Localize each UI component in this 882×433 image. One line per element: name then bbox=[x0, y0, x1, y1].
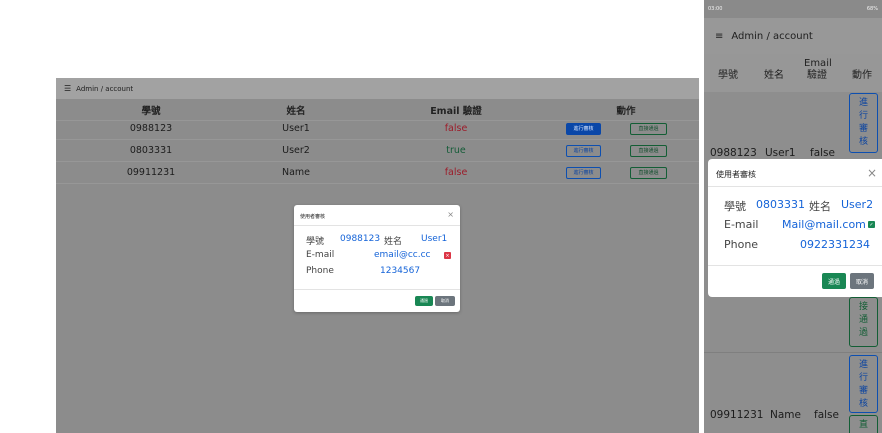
email-label: E-mail bbox=[724, 218, 759, 231]
cell-id: 0988123 bbox=[129, 123, 173, 134]
close-icon[interactable]: × bbox=[447, 210, 454, 219]
cell-email-verified: false bbox=[444, 123, 468, 134]
approve-button[interactable]: 直 bbox=[849, 415, 878, 433]
table-row: 0803331 User2 true 進行審核 直接通過 bbox=[56, 140, 699, 162]
approve-button[interactable]: 通過 bbox=[822, 273, 846, 289]
col-email-verified: Email 驗證 bbox=[430, 105, 482, 117]
menu-icon[interactable]: ☰ bbox=[64, 84, 71, 93]
review-button[interactable]: 進行審核 bbox=[566, 144, 601, 157]
cell-name: Name bbox=[770, 409, 801, 421]
review-button[interactable]: 進行審核 bbox=[566, 122, 601, 135]
unverified-icon: × bbox=[444, 252, 451, 259]
review-modal: 使用者審核 × 學號 0988123 姓名 User1 E-mail email… bbox=[294, 205, 460, 312]
name-label: 姓名 bbox=[809, 200, 831, 213]
col-actions: 動作 bbox=[616, 105, 636, 117]
col-name: 姓名 bbox=[764, 70, 784, 81]
col-student-id: 學號 bbox=[718, 70, 738, 81]
cell-name: User1 bbox=[282, 123, 310, 134]
phone-label: Phone bbox=[306, 266, 334, 276]
id-value: 0803331 bbox=[756, 198, 805, 211]
email-label: E-mail bbox=[306, 250, 335, 260]
phone-value: 0922331234 bbox=[800, 238, 870, 251]
id-value: 0988123 bbox=[340, 234, 381, 244]
table-header: 學號 姓名 Email 驗證 動作 bbox=[704, 54, 882, 92]
table-row: 0988123 User1 false 進行審核 直接通過 bbox=[56, 118, 699, 140]
phone-label: Phone bbox=[724, 238, 759, 251]
top-bar: ☰ Admin / account bbox=[56, 78, 699, 99]
modal-title: 使用者審核 bbox=[300, 214, 326, 220]
close-icon[interactable]: × bbox=[867, 166, 877, 180]
cancel-button[interactable]: 取消 bbox=[850, 273, 874, 289]
status-time: 03:00 bbox=[708, 6, 723, 12]
breadcrumb: Admin / account bbox=[731, 30, 813, 42]
verified-icon: ✓ bbox=[868, 221, 875, 228]
cell-email-verified: true bbox=[446, 145, 466, 156]
approve-button[interactable]: 直接通過 bbox=[630, 144, 667, 157]
cell-email-verified: false bbox=[444, 167, 468, 178]
cell-id: 0988123 bbox=[710, 147, 757, 159]
modal-title: 使用者審核 bbox=[716, 170, 756, 179]
approve-button[interactable]: 接 通 過 bbox=[849, 297, 878, 347]
divider bbox=[294, 289, 460, 290]
email-value: email@cc.cc bbox=[374, 250, 431, 260]
divider bbox=[708, 186, 882, 187]
col-student-id: 學號 bbox=[141, 105, 161, 117]
approve-button[interactable]: 直接通過 bbox=[630, 166, 667, 179]
status-bar: 03:00 68% bbox=[704, 0, 882, 18]
name-value: User1 bbox=[421, 234, 448, 244]
col-name: 姓名 bbox=[286, 105, 306, 117]
divider bbox=[704, 352, 882, 353]
cell-id: 0803331 bbox=[129, 145, 173, 156]
review-button[interactable]: 進行審核 bbox=[566, 166, 601, 179]
id-label: 學號 bbox=[724, 200, 746, 213]
battery-icon: 68% bbox=[866, 6, 878, 12]
cancel-button[interactable]: 取消 bbox=[435, 296, 455, 306]
approve-button[interactable]: 直接通過 bbox=[630, 122, 667, 135]
cell-name: User1 bbox=[765, 147, 796, 159]
approve-button[interactable]: 通過 bbox=[415, 296, 433, 306]
phone-value: 1234567 bbox=[380, 266, 421, 276]
breadcrumb: Admin / account bbox=[76, 84, 134, 93]
name-label: 姓名 bbox=[384, 237, 403, 247]
cell-email-verified: false bbox=[814, 409, 839, 421]
cell-id: 09911231 bbox=[126, 167, 176, 178]
menu-icon[interactable]: ≡ bbox=[715, 31, 723, 42]
name-value: User2 bbox=[841, 198, 874, 211]
review-button[interactable]: 進 行 審 核 bbox=[849, 355, 878, 413]
divider bbox=[708, 265, 882, 266]
id-label: 學號 bbox=[306, 237, 325, 247]
cell-id: 09911231 bbox=[710, 409, 764, 421]
review-modal: 使用者審核 × 學號 0803331 姓名 User2 E-mail Mail@… bbox=[708, 159, 882, 297]
col-email-verified: Email 驗證 bbox=[804, 58, 832, 81]
email-value: Mail@mail.com bbox=[782, 218, 866, 231]
divider bbox=[294, 225, 460, 226]
desktop-view: ☰ Admin / account 學號 姓名 Email 驗證 動作 0988… bbox=[56, 78, 699, 433]
table-row: 09911231 Name false 進行審核 直接通過 bbox=[56, 162, 699, 184]
cell-name: Name bbox=[281, 167, 311, 178]
cell-email-verified: false bbox=[810, 147, 835, 159]
review-button[interactable]: 進 行 審 核 bbox=[849, 93, 878, 153]
mobile-view: 03:00 68% ≡ Admin / account 學號 姓名 Email … bbox=[704, 0, 882, 433]
top-bar: ≡ Admin / account bbox=[704, 18, 882, 54]
cell-name: User2 bbox=[282, 145, 310, 156]
col-actions: 動作 bbox=[852, 70, 872, 81]
